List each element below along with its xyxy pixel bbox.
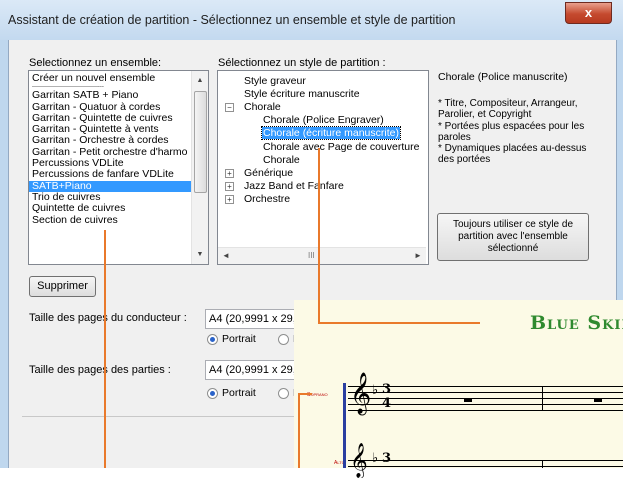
description-line: Parolier, et Copyright (438, 109, 532, 121)
bar-line (542, 386, 543, 411)
tree-item-generique[interactable]: Générique (244, 167, 293, 179)
close-button[interactable]: x (565, 2, 612, 24)
flat-icon: ♭ (372, 451, 379, 466)
description-line: * Portées plus espacées pour les (438, 120, 585, 132)
scroll-thumb[interactable] (194, 91, 207, 193)
parts-portrait-radio[interactable] (207, 388, 218, 399)
list-item[interactable]: Percussions de fanfare VDLite (29, 169, 191, 181)
expand-icon[interactable]: + (225, 169, 234, 178)
tree-item-chorale-page[interactable]: Chorale avec Page de couverture (263, 141, 419, 153)
ensemble-list: Créer un nouvel ensemble ---------------… (29, 72, 191, 226)
scroll-right-icon[interactable]: ► (414, 248, 422, 264)
parts-size-label: Taille des pages des parties : (29, 364, 171, 376)
score-title: Blue Skies (530, 312, 623, 334)
list-item[interactable]: Quintette de cuivres (29, 202, 191, 214)
description-line: des portées (438, 154, 491, 166)
description-line: paroles (438, 131, 471, 143)
tree-item-chorale[interactable]: Chorale (244, 101, 281, 113)
scroll-down-icon[interactable]: ▼ (192, 247, 208, 263)
staff-line (348, 466, 623, 467)
style-tree[interactable]: Style graveur Style écriture manuscrite … (217, 70, 429, 265)
staff-bracket (343, 383, 346, 468)
callout-line (298, 393, 300, 468)
treble-clef-icon: 𝄞 (350, 373, 372, 414)
scroll-grip-icon[interactable]: III (308, 248, 315, 264)
flat-icon: ♭ (372, 383, 379, 398)
close-icon: x (584, 5, 593, 20)
button-line: sélectionné (487, 243, 539, 254)
scroll-left-icon[interactable]: ◄ (222, 248, 230, 264)
time-signature-top: 3 (382, 382, 392, 397)
expand-icon[interactable]: + (225, 182, 234, 191)
list-item[interactable]: Garritan SATB + Piano (29, 89, 191, 101)
conductor-size-select[interactable]: A4 (20,9991 x 29, (205, 309, 302, 329)
callout-line (298, 393, 312, 395)
time-signature-bottom: 4 (382, 396, 392, 411)
callout-line (318, 322, 480, 324)
bar-line (542, 460, 543, 468)
ensemble-scrollbar[interactable]: ▲ ▼ (191, 71, 208, 264)
delete-button[interactable]: Supprimer (29, 276, 96, 297)
conductor-landscape-radio[interactable] (278, 334, 289, 345)
style-description: * Titre, Compositeur, Arrangeur, Parolie… (438, 98, 608, 166)
callout-line (104, 230, 106, 468)
parts-portrait-label: Portrait (222, 387, 256, 399)
tree-item-chorale-manuscrite[interactable]: Chorale (écriture manuscrite) (261, 126, 401, 140)
tree-item-jazz[interactable]: Jazz Band et Fanfare (244, 180, 344, 192)
style-label: Sélectionnez un style de partition : (218, 57, 386, 69)
conductor-size-label: Taille des pages du conducteur : (29, 312, 187, 324)
conductor-portrait-label: Portrait (222, 333, 256, 345)
ensemble-label: Selectionnez un ensemble: (29, 57, 162, 69)
always-use-style-button[interactable]: Toujours utiliser ce style de partition … (437, 213, 589, 261)
tree-item-chorale-plain[interactable]: Chorale (263, 154, 300, 166)
list-item[interactable]: Créer un nouvel ensemble (29, 72, 191, 84)
title-bar[interactable]: Assistant de création de partition - Sél… (0, 0, 623, 40)
ensemble-listbox[interactable]: Créer un nouvel ensemble ---------------… (28, 70, 209, 265)
score-preview: Blue Skies Soprano Alto 𝄞 𝄞 ♭ ♭ 3 4 3 (294, 300, 623, 476)
parts-landscape-radio[interactable] (278, 388, 289, 399)
conductor-portrait-radio[interactable] (207, 334, 218, 345)
scroll-up-icon[interactable]: ▲ (192, 73, 208, 89)
description-line: * Titre, Compositeur, Arrangeur, (438, 98, 578, 109)
parts-size-select[interactable]: A4 (20,9991 x 29, (205, 360, 302, 380)
wizard-window: Assistant de création de partition - Sél… (0, 0, 623, 476)
window-title: Assistant de création de partition - Sél… (8, 13, 456, 27)
style-description-title: Chorale (Police manuscrite) (438, 71, 568, 83)
treble-clef-icon: 𝄞 (350, 443, 368, 478)
description-line: * Dynamiques placées au-dessus (438, 143, 587, 155)
tree-item-style-graveur[interactable]: Style graveur (244, 75, 306, 87)
expand-icon[interactable]: + (225, 195, 234, 204)
tree-item-style-manuscrite[interactable]: Style écriture manuscrite (244, 88, 360, 100)
whole-rest-icon (464, 398, 472, 402)
style-hscrollbar[interactable]: ◄ III ► (218, 247, 426, 264)
callout-line (318, 148, 320, 324)
tree-item-orchestre[interactable]: Orchestre (244, 193, 290, 205)
tree-item-chorale-engraver[interactable]: Chorale (Police Engraver) (263, 114, 384, 126)
list-item[interactable]: Section de cuivres (29, 214, 191, 226)
button-line: partition avec l'ensemble (458, 231, 568, 242)
button-line: Toujours utiliser ce style de (452, 219, 574, 230)
collapse-icon[interactable]: − (225, 103, 234, 112)
time-signature-top: 3 (382, 451, 392, 466)
whole-rest-icon (594, 398, 602, 402)
